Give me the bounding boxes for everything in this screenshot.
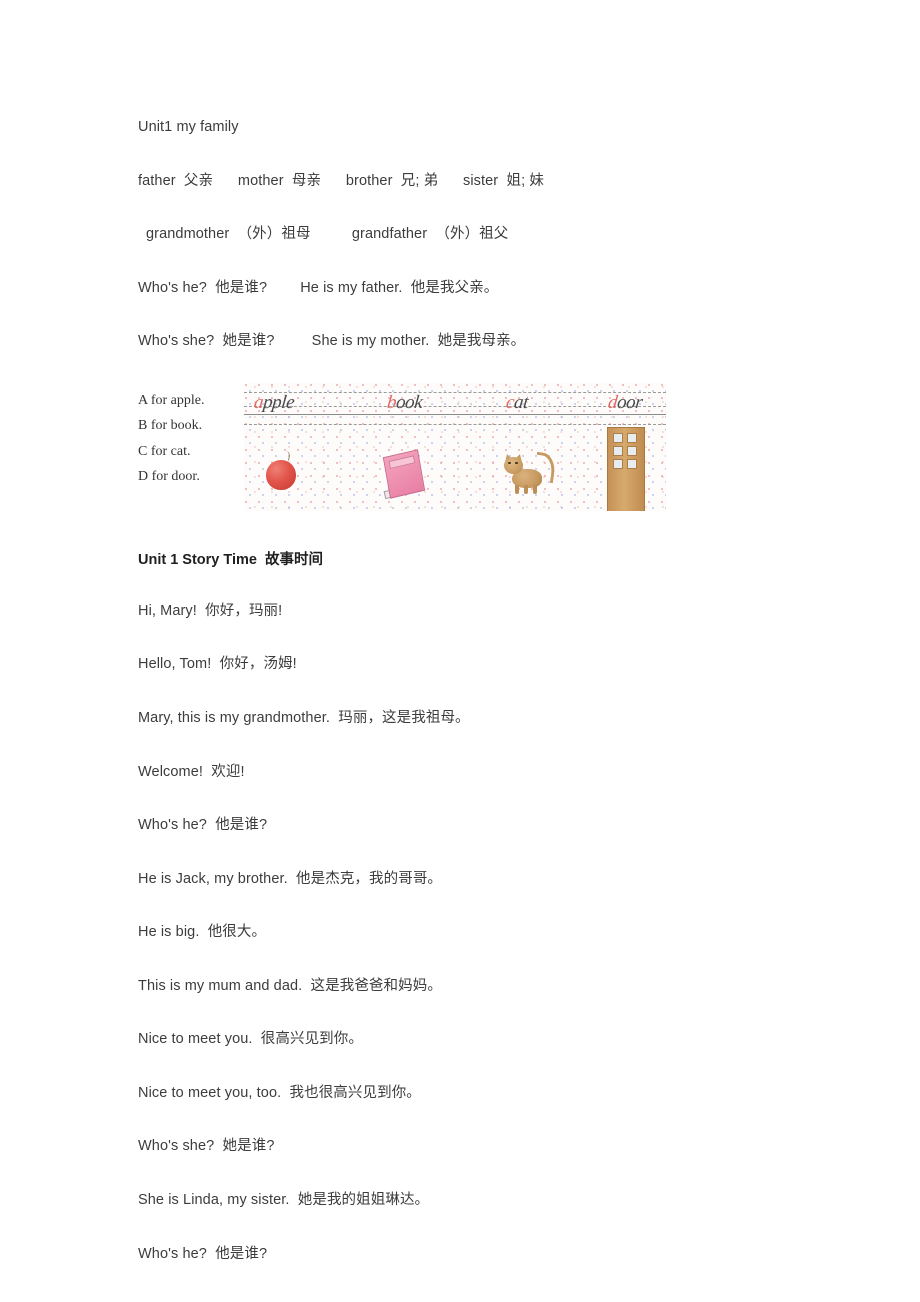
- door-panes-group: [613, 432, 637, 469]
- qa-mother-line: Who's she? 她是谁? She is my mother. 她是我母亲。: [138, 333, 526, 350]
- handwriting-rest-book: ook: [395, 391, 424, 413]
- book-icon: [382, 449, 426, 499]
- alphabet-line-b: B for book.: [138, 418, 203, 434]
- story-line-6: He is Jack, my brother. 他是杰克，我的哥哥。: [138, 870, 443, 887]
- story-line-7: He is big. 他很大。: [138, 924, 267, 941]
- ruled-line-descender: [244, 423, 666, 425]
- vocabulary-line-2: grandmother （外）祖母 grandfather （外）祖父: [146, 226, 509, 243]
- story-line-8: This is my mum and dad. 这是我爸爸和妈妈。: [138, 977, 442, 994]
- alphabet-illustration-block: A for apple. B for book. C for cat. D fo…: [138, 382, 838, 518]
- handwriting-practice-image: apple book cat door: [244, 382, 666, 511]
- story-line-12: She is Linda, my sister. 她是我的姐姐琳达。: [138, 1192, 430, 1208]
- handwriting-rest-apple: pple: [262, 391, 296, 413]
- document-body: Unit1 my family father 父亲 mother 母亲 brot…: [138, 118, 838, 1298]
- alphabet-line-a: A for apple.: [138, 392, 205, 408]
- cat-leg: [533, 484, 537, 494]
- cat-leg: [515, 484, 519, 494]
- page-title: Unit1 my family: [138, 119, 239, 135]
- story-line-2: Hello, Tom! 你好，汤姆!: [138, 656, 297, 673]
- story-line-1: Hi, Mary! 你好，玛丽!: [138, 602, 283, 619]
- ruled-line-baseline: [244, 413, 666, 415]
- handwriting-word-door: door: [607, 392, 644, 414]
- alphabet-line-c: C for cat.: [138, 443, 191, 459]
- qa-father-line: Who's he? 他是谁? He is my father. 他是我父亲。: [138, 279, 499, 296]
- story-line-10: Nice to meet you, too. 我也很高兴见到你。: [138, 1084, 421, 1101]
- ruled-line-top: [244, 391, 666, 393]
- story-line-9: Nice to meet you. 很高兴见到你。: [138, 1031, 363, 1048]
- cat-eye: [515, 461, 518, 465]
- apple-stem-icon: [281, 450, 291, 461]
- cat-eye: [508, 461, 511, 465]
- cat-head: [504, 456, 523, 474]
- door-pane: [613, 432, 623, 443]
- apple-icon: [266, 459, 296, 490]
- story-line-11: Who's she? 她是谁?: [138, 1138, 275, 1155]
- document-page: Unit1 my family father 父亲 mother 母亲 brot…: [0, 0, 920, 1302]
- alphabet-text-list: A for apple. B for book. C for cat. D fo…: [138, 388, 248, 490]
- door-pane: [613, 445, 623, 456]
- door-pane: [613, 458, 623, 469]
- story-time-heading: Unit 1 Story Time 故事时间: [138, 551, 324, 568]
- handwriting-rest-door: oor: [616, 391, 644, 413]
- door-pane: [627, 445, 637, 456]
- story-line-13: Who's he? 他是谁?: [138, 1245, 268, 1262]
- book-label-icon: [388, 455, 416, 469]
- ruled-line-midline: [244, 405, 666, 407]
- cat-icon: [502, 447, 558, 495]
- door-pane: [627, 432, 637, 443]
- handwriting-word-book: book: [386, 392, 424, 414]
- handwriting-rest-cat: at: [512, 391, 530, 413]
- story-line-3: Mary, this is my grandmother. 玛丽，这是我祖母。: [138, 709, 470, 726]
- alphabet-line-d: D for door.: [138, 469, 200, 485]
- cat-leg: [524, 484, 528, 494]
- story-line-4: Welcome! 欢迎!: [138, 763, 245, 780]
- door-pane: [627, 458, 637, 469]
- handwriting-word-cat: cat: [505, 392, 529, 414]
- vocabulary-line-1: father 父亲 mother 母亲 brother 兄; 弟 sister …: [138, 172, 544, 189]
- story-line-5: Who's he? 他是谁?: [138, 817, 268, 834]
- handwriting-word-apple: apple: [253, 391, 296, 414]
- door-icon: [607, 426, 645, 511]
